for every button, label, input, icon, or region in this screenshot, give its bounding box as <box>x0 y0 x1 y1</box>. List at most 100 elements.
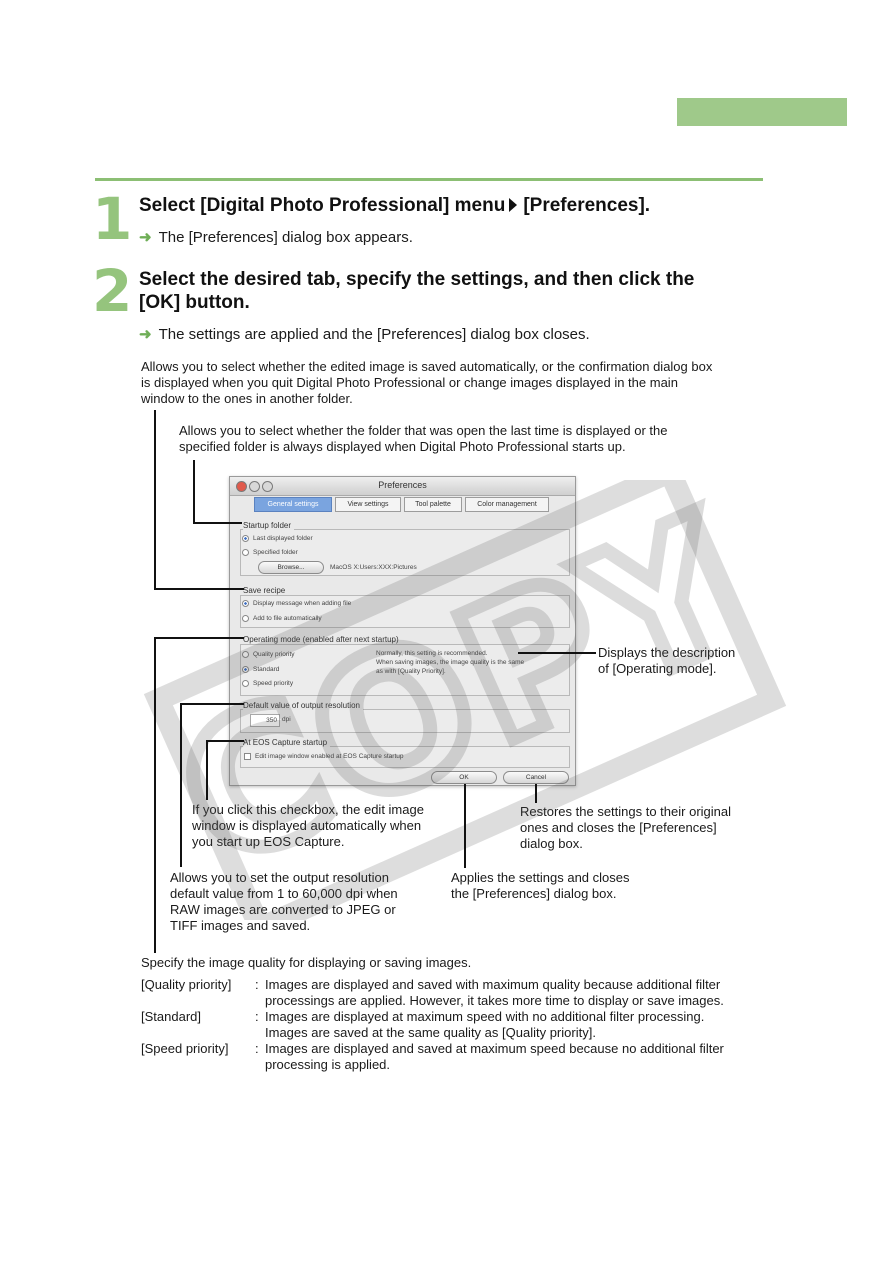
leader-startup-v <box>193 460 195 524</box>
callout-line: Restores the settings to their original <box>520 804 731 819</box>
standard-desc-line: Images are displayed at maximum speed wi… <box>265 1009 705 1024</box>
callout-line: TIFF images and saved. <box>170 918 311 933</box>
eos-capture-checkbox[interactable]: Edit image window enabled at EOS Capture… <box>244 753 404 760</box>
callout-line: Displays the description <box>598 645 736 660</box>
save-recipe-title: Save recipe <box>243 586 289 595</box>
tab-tool-palette[interactable]: Tool palette <box>404 497 462 512</box>
option-display-message[interactable]: Display message when adding file <box>242 600 351 607</box>
dialog-title: Preferences <box>378 480 427 490</box>
callout-line: RAW images are converted to JPEG or <box>170 902 396 917</box>
option-label: Standard <box>253 666 280 673</box>
callout-cancel: Restores the settings to their original … <box>520 804 731 852</box>
callout-line: is displayed when you quit Digital Photo… <box>141 375 678 390</box>
option-standard[interactable]: Standard <box>242 666 279 673</box>
operating-mode-title: Operating mode (enabled after next start… <box>243 635 402 644</box>
leader-ok <box>464 784 466 868</box>
leader-startup-h <box>193 522 242 524</box>
resolution-title: Default value of output resolution <box>243 701 363 710</box>
callout-ok: Applies the settings and closes the [Pre… <box>451 870 630 902</box>
step-2-number: 2 <box>92 257 132 325</box>
leader-resolution-h <box>180 703 244 705</box>
tab-general-settings[interactable]: General settings <box>254 497 332 512</box>
section-tab-marker <box>677 98 847 126</box>
step-1-title: Select [Digital Photo Professional] menu… <box>139 194 650 217</box>
option-speed-priority[interactable]: Speed priority <box>242 680 293 687</box>
leader-cancel <box>535 784 537 803</box>
standard-desc: Images are displayed at maximum speed wi… <box>265 1009 765 1041</box>
step-2-title-line2: [OK] button. <box>139 292 250 313</box>
description-line: as with [Quality Priority]. <box>376 668 446 675</box>
leader-operating-mode-v <box>154 637 156 953</box>
step-1-title-target: [Preferences]. <box>523 195 651 216</box>
standard-desc-line: Images are saved at the same quality as … <box>265 1025 596 1040</box>
description-line: Normally, this setting is recommended. <box>376 650 488 657</box>
callout-line: dialog box. <box>520 836 583 851</box>
resolution-input[interactable]: 350 <box>250 714 280 727</box>
cancel-button[interactable]: Cancel <box>503 771 569 784</box>
step-2-title: Select the desired tab, specify the sett… <box>139 268 694 314</box>
callout-line: window to the ones in another folder. <box>141 391 353 406</box>
option-label: Last displayed folder <box>253 535 313 542</box>
callout-line: specified folder is always displayed whe… <box>179 439 626 454</box>
radio-icon <box>242 549 249 556</box>
radio-icon <box>242 615 249 622</box>
tab-view-settings[interactable]: View settings <box>335 497 401 512</box>
radio-icon <box>242 651 249 658</box>
radio-selected-icon <box>242 535 249 542</box>
step-2-result-text: The settings are applied and the [Prefer… <box>158 326 590 343</box>
callout-save-recipe: Allows you to select whether the edited … <box>141 359 712 407</box>
speed-sep: : <box>255 1041 259 1056</box>
speed-desc-line: Images are displayed and saved at maximu… <box>265 1041 724 1056</box>
resolution-unit: dpi <box>282 716 291 723</box>
description-line: When saving images, the image quality is… <box>376 659 525 666</box>
option-label: Speed priority <box>253 680 294 687</box>
ok-button[interactable]: OK <box>431 771 497 784</box>
eos-capture-title: At EOS Capture startup <box>243 738 331 747</box>
leader-operating-mode-h <box>154 637 244 639</box>
leader-save-recipe-h <box>154 588 244 590</box>
step-2-result: ➜ The settings are applied and the [Prefe… <box>139 326 590 344</box>
speed-label: [Speed priority] <box>141 1041 229 1056</box>
quality-desc: Images are displayed and saved with maxi… <box>265 977 765 1009</box>
callout-quality-intro: Specify the image quality for displaying… <box>141 955 472 970</box>
callout-line: default value from 1 to 60,000 dpi when <box>170 886 398 901</box>
standard-sep: : <box>255 1009 259 1024</box>
quality-desc-line: Images are displayed and saved with maxi… <box>265 977 721 992</box>
arrow-right-icon: ➜ <box>139 229 152 246</box>
callout-line: ones and closes the [Preferences] <box>520 820 717 835</box>
option-label: Specified folder <box>253 549 298 556</box>
operating-mode-description: Normally, this setting is recommended. W… <box>376 649 524 676</box>
step-1-title-text: Select [Digital Photo Professional] menu <box>139 195 506 216</box>
callout-line: Allows you to set the output resolution <box>170 870 389 885</box>
quality-desc-line: processings are applied. However, it tak… <box>265 993 724 1008</box>
step-1-number: 1 <box>92 185 132 253</box>
option-label: Add to file automatically <box>253 615 322 622</box>
startup-folder-title: Startup folder <box>243 521 295 530</box>
radio-icon <box>242 680 249 687</box>
callout-line: Allows you to select whether the folder … <box>179 423 668 438</box>
leader-eos-v <box>206 740 208 800</box>
radio-selected-icon <box>242 666 249 673</box>
arrow-right-icon: ➜ <box>139 326 152 343</box>
preferences-dialog: Preferences General settings View settin… <box>229 476 576 786</box>
triangle-right-icon <box>509 198 518 212</box>
quality-sep: : <box>255 977 259 992</box>
top-rule <box>95 178 763 181</box>
specified-folder-path: MacOS X:Users:XXX:Pictures <box>330 564 417 571</box>
option-last-displayed[interactable]: Last displayed folder <box>242 535 313 542</box>
option-label: Edit image window enabled at EOS Capture… <box>255 753 404 760</box>
callout-line: Applies the settings and closes <box>451 870 630 885</box>
speed-desc: Images are displayed and saved at maximu… <box>265 1041 765 1073</box>
speed-desc-line: processing is applied. <box>265 1057 391 1072</box>
quality-label: [Quality priority] <box>141 977 232 992</box>
callout-line: window is displayed automatically when <box>192 818 422 833</box>
checkbox-icon <box>244 753 251 760</box>
option-add-automatically[interactable]: Add to file automatically <box>242 615 322 622</box>
option-specified-folder[interactable]: Specified folder <box>242 549 298 556</box>
leader-operating-mode-desc <box>518 652 596 654</box>
tab-color-management[interactable]: Color management <box>465 497 549 512</box>
option-quality-priority[interactable]: Quality priority <box>242 651 295 658</box>
callout-line: Allows you to select whether the edited … <box>141 359 713 374</box>
callout-line: the [Preferences] dialog box. <box>451 886 617 901</box>
browse-button[interactable]: Browse... <box>258 561 324 574</box>
